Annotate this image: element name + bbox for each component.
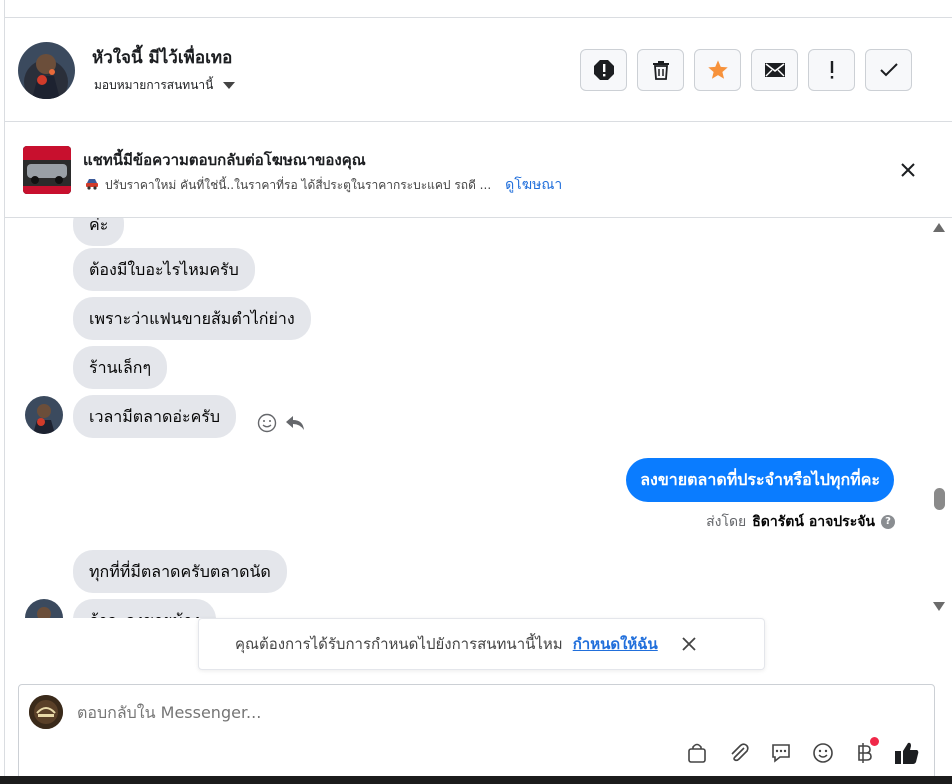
reply-button[interactable] bbox=[285, 414, 305, 436]
sent-by-name: ธิดารัตน์ อาจประจัน bbox=[752, 514, 875, 530]
shopping-bag-button[interactable] bbox=[683, 739, 711, 767]
ad-snippet-row: ปรับราคาใหม่ คันที่ใช่นี้..ในราคาที่รอ ไ… bbox=[85, 174, 562, 196]
spam-button[interactable] bbox=[580, 49, 627, 91]
message-bubble-incoming[interactable]: เวลามีตลาดอ่ะครับ bbox=[73, 395, 237, 438]
important-button[interactable] bbox=[808, 49, 855, 91]
help-icon[interactable]: ? bbox=[881, 515, 895, 529]
delete-button[interactable] bbox=[637, 49, 684, 91]
like-button[interactable] bbox=[893, 739, 921, 767]
shopping-bag-icon bbox=[688, 743, 706, 763]
baht-icon bbox=[858, 743, 872, 763]
view-ad-link[interactable]: ดูโฆษณา bbox=[505, 174, 562, 196]
message-bubble-incoming[interactable]: ถ้าจะลงขายน้าง bbox=[73, 599, 217, 618]
like-icon bbox=[895, 742, 919, 764]
contact-avatar-small bbox=[25, 599, 63, 618]
ad-reply-banner: แชทนี้มีข้อความตอบกลับต่อโฆษณาของคุณ ปรั… bbox=[4, 123, 952, 218]
reply-composer bbox=[18, 684, 935, 784]
car-icon bbox=[85, 178, 99, 193]
notification-dot bbox=[870, 737, 879, 746]
mail-button[interactable] bbox=[751, 49, 798, 91]
page-avatar bbox=[29, 695, 63, 729]
ad-snippet: ปรับราคาใหม่ คันที่ใช่นี้..ในราคาที่รอ ไ… bbox=[105, 177, 492, 192]
assign-prompt: คุณต้องการได้รับการกำหนดไปยังการสนทนานี้… bbox=[198, 618, 765, 670]
star-icon bbox=[707, 60, 728, 79]
scroll-down-arrow[interactable] bbox=[933, 602, 945, 611]
message-bubble-incoming[interactable]: ทุกที่ที่มีตลาดครับตลาดนัด bbox=[73, 550, 287, 593]
assign-conversation-dropdown[interactable]: มอบหมายการสนทนานี้ bbox=[94, 76, 236, 95]
check-icon bbox=[879, 63, 898, 77]
message-thread[interactable]: ค่ะ ต้องมีใบอะไรไหมครับ เพราะว่าแฟนขายส้… bbox=[4, 218, 930, 618]
contact-avatar[interactable] bbox=[18, 42, 75, 99]
close-icon bbox=[901, 163, 915, 177]
mark-done-button[interactable] bbox=[865, 49, 912, 91]
payment-button[interactable] bbox=[851, 737, 879, 767]
mail-icon bbox=[764, 63, 785, 77]
emoji-button[interactable] bbox=[809, 739, 837, 767]
star-button[interactable] bbox=[694, 49, 741, 91]
assign-prompt-text: คุณต้องการได้รับการกำหนดไปยังการสนทนานี้… bbox=[235, 635, 563, 653]
reply-input[interactable] bbox=[77, 703, 677, 722]
trash-icon bbox=[652, 61, 669, 80]
contact-name: หัวใจนี้ มีไว้เพื่อเทอ bbox=[92, 48, 233, 68]
message-bubble-incoming[interactable]: ค่ะ bbox=[73, 218, 125, 246]
ad-thumbnail[interactable] bbox=[23, 146, 71, 194]
reply-icon bbox=[286, 416, 304, 430]
important-icon bbox=[830, 61, 833, 79]
message-bubble-incoming[interactable]: เพราะว่าแฟนขายส้มตำไก่ย่าง bbox=[73, 297, 311, 340]
chat-bubble-icon bbox=[772, 744, 790, 763]
scrollbar-thumb[interactable] bbox=[934, 488, 945, 510]
spam-icon bbox=[593, 60, 614, 80]
smile-icon bbox=[257, 413, 277, 433]
close-assign-prompt-button[interactable] bbox=[680, 635, 698, 653]
assign-label: มอบหมายการสนทนานี้ bbox=[94, 78, 214, 92]
scroll-up-arrow[interactable] bbox=[933, 223, 945, 232]
close-icon bbox=[682, 637, 696, 651]
message-bubble-outgoing[interactable]: ลงขายตลาดที่ประจำหรือไปทุกที่คะ bbox=[626, 458, 894, 502]
message-bubble-incoming[interactable]: ต้องมีใบอะไรไหมครับ bbox=[73, 248, 255, 291]
contact-avatar-small bbox=[25, 396, 63, 434]
caret-down-icon bbox=[223, 82, 236, 89]
sent-by-label: ส่งโดย bbox=[706, 514, 747, 530]
conversation-header: หัวใจนี้ มีไว้เพื่อเทอ มอบหมายการสนทนานี… bbox=[4, 18, 952, 122]
header-actions bbox=[580, 49, 912, 91]
message-actions bbox=[257, 413, 305, 437]
emoji-icon bbox=[813, 743, 833, 763]
composer-tools bbox=[683, 737, 921, 767]
attachment-button[interactable] bbox=[725, 739, 753, 767]
taskbar-strip bbox=[0, 776, 952, 784]
ad-banner-title: แชทนี้มีข้อความตอบกลับต่อโฆษณาของคุณ bbox=[83, 151, 366, 169]
saved-replies-button[interactable] bbox=[767, 739, 795, 767]
sent-by-info: ส่งโดย ธิดารัตน์ อาจประจัน ? bbox=[706, 511, 895, 533]
close-ad-banner-button[interactable] bbox=[897, 159, 919, 181]
react-emoji-button[interactable] bbox=[257, 413, 277, 437]
message-bubble-incoming[interactable]: ร้านเล็กๆ bbox=[73, 346, 168, 389]
attachment-icon bbox=[731, 743, 749, 762]
assign-to-me-link[interactable]: กำหนดให้ฉัน bbox=[573, 632, 658, 656]
